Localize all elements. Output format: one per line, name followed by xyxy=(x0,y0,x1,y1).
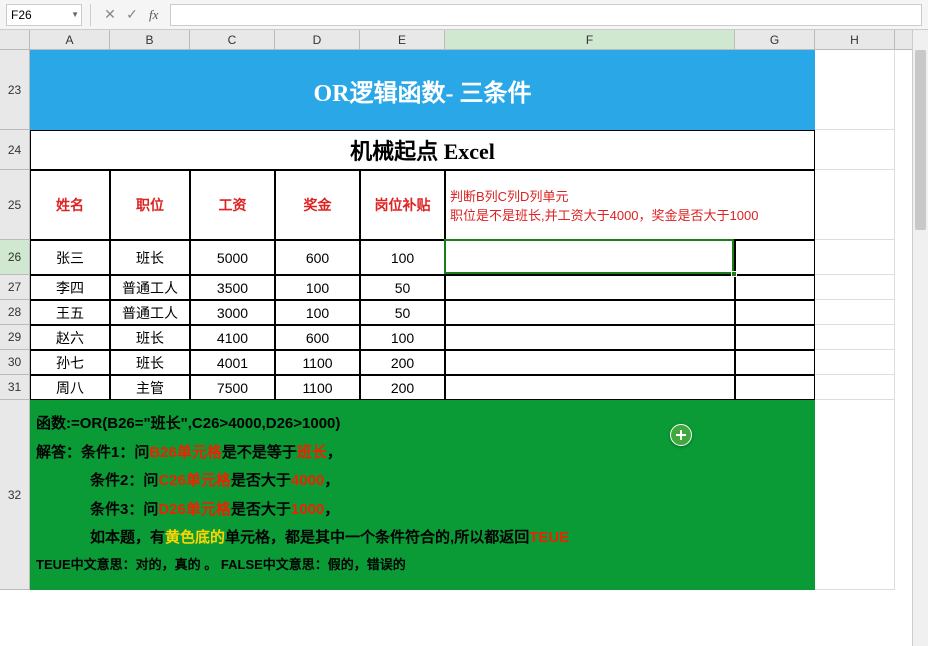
row-header-30[interactable]: 30 xyxy=(0,350,29,375)
formula-bar: F26 ▼ ✕ ✓ fx xyxy=(0,0,928,30)
table-header-A: 姓名 xyxy=(30,170,110,240)
table-cell-G[interactable] xyxy=(735,375,815,400)
cells-area[interactable]: OR逻辑函数- 三条件机械起点 Excel姓名职位工资奖金岗位补贴判断B列C列D… xyxy=(30,50,895,590)
column-header-E[interactable]: E xyxy=(360,30,445,49)
table-cell[interactable]: 李四 xyxy=(30,275,110,300)
table-cell[interactable]: 7500 xyxy=(190,375,275,400)
table-cell[interactable]: 1100 xyxy=(275,350,360,375)
cell-empty[interactable] xyxy=(815,170,895,240)
table-cell[interactable]: 5000 xyxy=(190,240,275,275)
table-cell-G[interactable] xyxy=(735,300,815,325)
table-cell[interactable]: 600 xyxy=(275,325,360,350)
table-cell-G[interactable] xyxy=(735,350,815,375)
table-header-E: 岗位补贴 xyxy=(360,170,445,240)
table-cell[interactable]: 张三 xyxy=(30,240,110,275)
name-box-value: F26 xyxy=(11,8,32,22)
table-cell[interactable]: 班长 xyxy=(110,325,190,350)
column-header-D[interactable]: D xyxy=(275,30,360,49)
table-cell[interactable]: 600 xyxy=(275,240,360,275)
table-cell[interactable]: 100 xyxy=(360,240,445,275)
column-header-B[interactable]: B xyxy=(110,30,190,49)
explanation-cell: 函数:=OR(B26="班长",C26>4000,D26>1000)解答：条件1… xyxy=(30,400,815,590)
table-header-B: 职位 xyxy=(110,170,190,240)
table-cell-F[interactable] xyxy=(445,325,735,350)
column-headers: ABCDEFGH xyxy=(0,30,928,50)
row-header-29[interactable]: 29 xyxy=(0,325,29,350)
table-cell-F[interactable] xyxy=(445,350,735,375)
table-cell[interactable]: 普通工人 xyxy=(110,275,190,300)
row-header-26[interactable]: 26 xyxy=(0,240,29,275)
table-cell[interactable]: 3000 xyxy=(190,300,275,325)
table-cell-F[interactable] xyxy=(445,300,735,325)
table-cell[interactable]: 周八 xyxy=(30,375,110,400)
table-cell[interactable]: 100 xyxy=(275,275,360,300)
table-cell[interactable]: 50 xyxy=(360,300,445,325)
cell-empty[interactable] xyxy=(815,400,895,590)
cell-empty[interactable] xyxy=(815,350,895,375)
table-cell[interactable]: 赵六 xyxy=(30,325,110,350)
cell-empty[interactable] xyxy=(815,275,895,300)
cursor-plus-badge xyxy=(670,424,692,446)
cell-empty[interactable] xyxy=(815,325,895,350)
row-header-25[interactable]: 25 xyxy=(0,170,29,240)
table-cell[interactable]: 200 xyxy=(360,375,445,400)
spreadsheet-grid: ABCDEFGH 23242526272829303132 OR逻辑函数- 三条… xyxy=(0,30,928,646)
name-box[interactable]: F26 ▼ xyxy=(6,4,82,26)
formula-input[interactable] xyxy=(170,4,922,26)
column-header-F[interactable]: F xyxy=(445,30,735,49)
select-all-corner[interactable] xyxy=(0,30,30,49)
table-cell-F[interactable] xyxy=(445,375,735,400)
cell-empty[interactable] xyxy=(815,50,895,130)
cell-empty[interactable] xyxy=(815,240,895,275)
vertical-scrollbar[interactable] xyxy=(912,30,928,646)
fill-handle[interactable] xyxy=(731,271,737,277)
title-cell: OR逻辑函数- 三条件 xyxy=(30,50,815,130)
table-cell-F[interactable] xyxy=(445,275,735,300)
table-cell[interactable]: 班长 xyxy=(110,240,190,275)
row-header-32[interactable]: 32 xyxy=(0,400,29,590)
table-cell[interactable]: 4100 xyxy=(190,325,275,350)
cell-empty[interactable] xyxy=(815,300,895,325)
table-header-C: 工资 xyxy=(190,170,275,240)
cell-empty[interactable] xyxy=(815,375,895,400)
table-cell[interactable]: 普通工人 xyxy=(110,300,190,325)
table-header-F: 判断B列C列D列单元职位是不是班长,并工资大于4000，奖金是否大于1000 xyxy=(445,170,815,240)
table-header-D: 奖金 xyxy=(275,170,360,240)
table-cell[interactable]: 100 xyxy=(275,300,360,325)
cell-empty[interactable] xyxy=(815,130,895,170)
row-header-27[interactable]: 27 xyxy=(0,275,29,300)
table-cell[interactable]: 班长 xyxy=(110,350,190,375)
column-header-C[interactable]: C xyxy=(190,30,275,49)
vertical-scrollbar-thumb[interactable] xyxy=(915,50,926,230)
table-cell[interactable]: 4001 xyxy=(190,350,275,375)
subtitle-cell: 机械起点 Excel xyxy=(30,130,815,170)
table-cell[interactable]: 王五 xyxy=(30,300,110,325)
row-header-24[interactable]: 24 xyxy=(0,130,29,170)
cancel-formula-icon[interactable]: ✕ xyxy=(101,6,119,24)
accept-formula-icon[interactable]: ✓ xyxy=(123,6,141,24)
table-cell-G[interactable] xyxy=(735,275,815,300)
table-cell[interactable]: 50 xyxy=(360,275,445,300)
column-header-A[interactable]: A xyxy=(30,30,110,49)
row-header-23[interactable]: 23 xyxy=(0,50,29,130)
name-box-dropdown-icon[interactable]: ▼ xyxy=(71,10,79,19)
table-cell[interactable]: 孙七 xyxy=(30,350,110,375)
table-cell-G[interactable] xyxy=(735,325,815,350)
table-cell-F[interactable] xyxy=(445,240,735,275)
row-header-28[interactable]: 28 xyxy=(0,300,29,325)
separator xyxy=(90,4,91,26)
row-header-31[interactable]: 31 xyxy=(0,375,29,400)
column-header-G[interactable]: G xyxy=(735,30,815,49)
row-headers: 23242526272829303132 xyxy=(0,50,30,590)
table-cell-G[interactable] xyxy=(735,240,815,275)
table-cell[interactable]: 100 xyxy=(360,325,445,350)
column-header-H[interactable]: H xyxy=(815,30,895,49)
table-cell[interactable]: 主管 xyxy=(110,375,190,400)
fx-icon[interactable]: fx xyxy=(149,7,158,23)
table-cell[interactable]: 3500 xyxy=(190,275,275,300)
table-cell[interactable]: 200 xyxy=(360,350,445,375)
table-cell[interactable]: 1100 xyxy=(275,375,360,400)
